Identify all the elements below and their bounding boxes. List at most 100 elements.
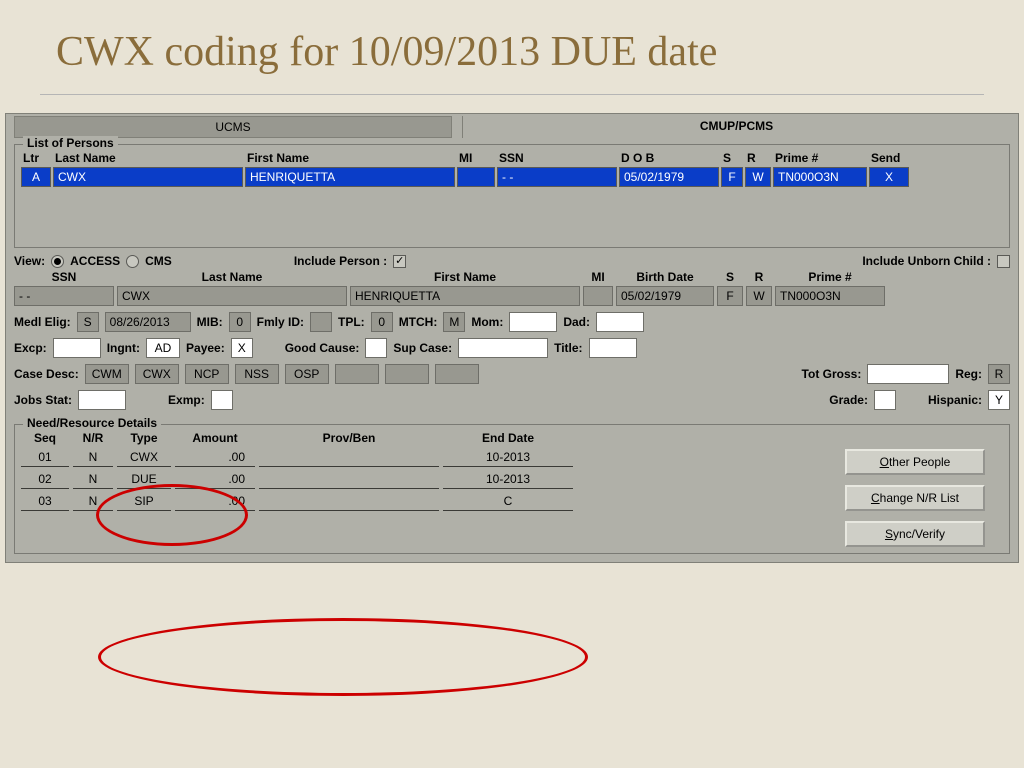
fld-hisp[interactable]: Y <box>988 390 1010 410</box>
nrh-seq: Seq <box>21 431 69 445</box>
fld-prime[interactable]: TN000O3N <box>775 286 885 306</box>
lbl-case-desc: Case Desc: <box>14 367 79 381</box>
lbl-payee: Payee: <box>186 341 225 355</box>
nrh-amount: Amount <box>175 431 255 445</box>
fld-cd1[interactable]: CWM <box>85 364 129 384</box>
fld-cd6[interactable] <box>335 364 379 384</box>
view-row: View: ACCESS CMS Include Person : ✓ Incl… <box>14 254 1010 268</box>
lbl-hisp: Hispanic: <box>928 393 982 407</box>
nr-table: Seq N/R Type Amount Prov/Ben End Date 01… <box>21 429 835 513</box>
hdr-prime: Prime # <box>773 151 867 165</box>
radio-cms[interactable] <box>126 255 139 268</box>
tab-ucms[interactable]: UCMS <box>14 116 452 138</box>
detail-headers: SSN Last Name First Name MI Birth Date S… <box>14 270 1010 284</box>
dh-mi: MI <box>583 270 613 284</box>
fld-first[interactable]: HENRIQUETTA <box>350 286 580 306</box>
lbl-grade: Grade: <box>829 393 868 407</box>
fld-cd8[interactable] <box>435 364 479 384</box>
nr-prov <box>259 493 439 511</box>
fld-mib[interactable]: 0 <box>229 312 251 332</box>
other-people-button[interactable]: Other People <box>845 449 985 475</box>
fld-mtch[interactable]: M <box>443 312 465 332</box>
cell-last: CWX <box>53 167 243 187</box>
include-person-label: Include Person : <box>294 254 387 268</box>
fld-fmly[interactable] <box>310 312 332 332</box>
cell-ssn: - - <box>497 167 617 187</box>
hdr-last: Last Name <box>53 151 243 165</box>
fld-cd3[interactable]: NCP <box>185 364 229 384</box>
cell-first: HENRIQUETTA <box>245 167 455 187</box>
list-row[interactable]: A CWX HENRIQUETTA - - 05/02/1979 F W TN0… <box>21 167 1003 187</box>
fld-cd5[interactable]: OSP <box>285 364 329 384</box>
fld-reg[interactable]: R <box>988 364 1010 384</box>
fld-title[interactable] <box>589 338 637 358</box>
fld-dad[interactable] <box>596 312 644 332</box>
tab-cmup-pcms[interactable]: CMUP/PCMS <box>462 116 1010 138</box>
list-header: Ltr Last Name First Name MI SSN D O B S … <box>21 151 1003 165</box>
nr-nr: N <box>73 471 113 489</box>
radio-access[interactable] <box>51 255 64 268</box>
cell-ltr: A <box>21 167 51 187</box>
fld-sup-case[interactable] <box>458 338 548 358</box>
fld-exmp[interactable] <box>211 390 233 410</box>
hdr-dob: D O B <box>619 151 719 165</box>
nr-type: DUE <box>117 471 171 489</box>
hdr-first: First Name <box>245 151 455 165</box>
dh-last: Last Name <box>117 270 347 284</box>
fld-excp[interactable] <box>53 338 101 358</box>
nr-amount: .00 <box>175 493 255 511</box>
lbl-tot-gross: Tot Gross: <box>802 367 862 381</box>
fld-mom[interactable] <box>509 312 557 332</box>
fld-ssn[interactable]: - - <box>14 286 114 306</box>
fld-cd2[interactable]: CWX <box>135 364 179 384</box>
chk-include-unborn[interactable] <box>997 255 1010 268</box>
fld-jobs[interactable] <box>78 390 126 410</box>
list-legend: List of Persons <box>23 136 118 150</box>
nrh-nr: N/R <box>73 431 113 445</box>
nr-row[interactable]: 02 N DUE .00 10-2013 <box>21 469 835 491</box>
button-column: Other People Change N/R List Sync/Verify <box>845 429 1003 547</box>
fld-cd7[interactable] <box>385 364 429 384</box>
lbl-exmp: Exmp: <box>168 393 205 407</box>
nr-row[interactable]: 03 N SIP .00 C <box>21 491 835 513</box>
nrh-prov: Prov/Ben <box>259 431 439 445</box>
nr-type: CWX <box>117 449 171 467</box>
chk-include-person[interactable]: ✓ <box>393 255 406 268</box>
page-title: CWX coding for 10/09/2013 DUE date <box>0 0 1024 94</box>
tab-row: UCMS CMUP/PCMS <box>14 116 1010 138</box>
hdr-ltr: Ltr <box>21 151 51 165</box>
sync-verify-button[interactable]: Sync/Verify <box>845 521 985 547</box>
lbl-mib: MIB: <box>197 315 223 329</box>
nr-amount: .00 <box>175 449 255 467</box>
radio-cms-label: CMS <box>145 254 172 268</box>
fld-medl-elig[interactable]: S <box>77 312 99 332</box>
radio-access-label: ACCESS <box>70 254 120 268</box>
fld-tot-gross[interactable] <box>867 364 949 384</box>
dh-ssn: SSN <box>14 270 114 284</box>
fld-last[interactable]: CWX <box>117 286 347 306</box>
fld-s[interactable]: F <box>717 286 743 306</box>
hdr-s: S <box>721 151 743 165</box>
nrh-type: Type <box>117 431 171 445</box>
fld-tpl[interactable]: 0 <box>371 312 393 332</box>
fld-dob[interactable]: 05/02/1979 <box>616 286 714 306</box>
fld-mi[interactable] <box>583 286 613 306</box>
fld-r[interactable]: W <box>746 286 772 306</box>
nrh-end: End Date <box>443 431 573 445</box>
fld-cd4[interactable]: NSS <box>235 364 279 384</box>
row-jobs: Jobs Stat: Exmp: Grade: Hispanic: Y <box>14 390 1010 410</box>
change-nr-list-button[interactable]: Change N/R List <box>845 485 985 511</box>
fld-grade[interactable] <box>874 390 896 410</box>
cell-mi <box>457 167 495 187</box>
fld-payee[interactable]: X <box>231 338 253 358</box>
hdr-ssn: SSN <box>497 151 617 165</box>
hdr-send: Send <box>869 151 909 165</box>
lbl-reg: Reg: <box>955 367 982 381</box>
nr-row[interactable]: 01 N CWX .00 10-2013 <box>21 447 835 469</box>
include-unborn-label: Include Unborn Child : <box>862 254 991 268</box>
fld-ingnt[interactable]: AD <box>146 338 180 358</box>
fld-good-cause[interactable] <box>365 338 387 358</box>
dh-first: First Name <box>350 270 580 284</box>
fld-medl-date[interactable]: 08/26/2013 <box>105 312 191 332</box>
cell-send: X <box>869 167 909 187</box>
